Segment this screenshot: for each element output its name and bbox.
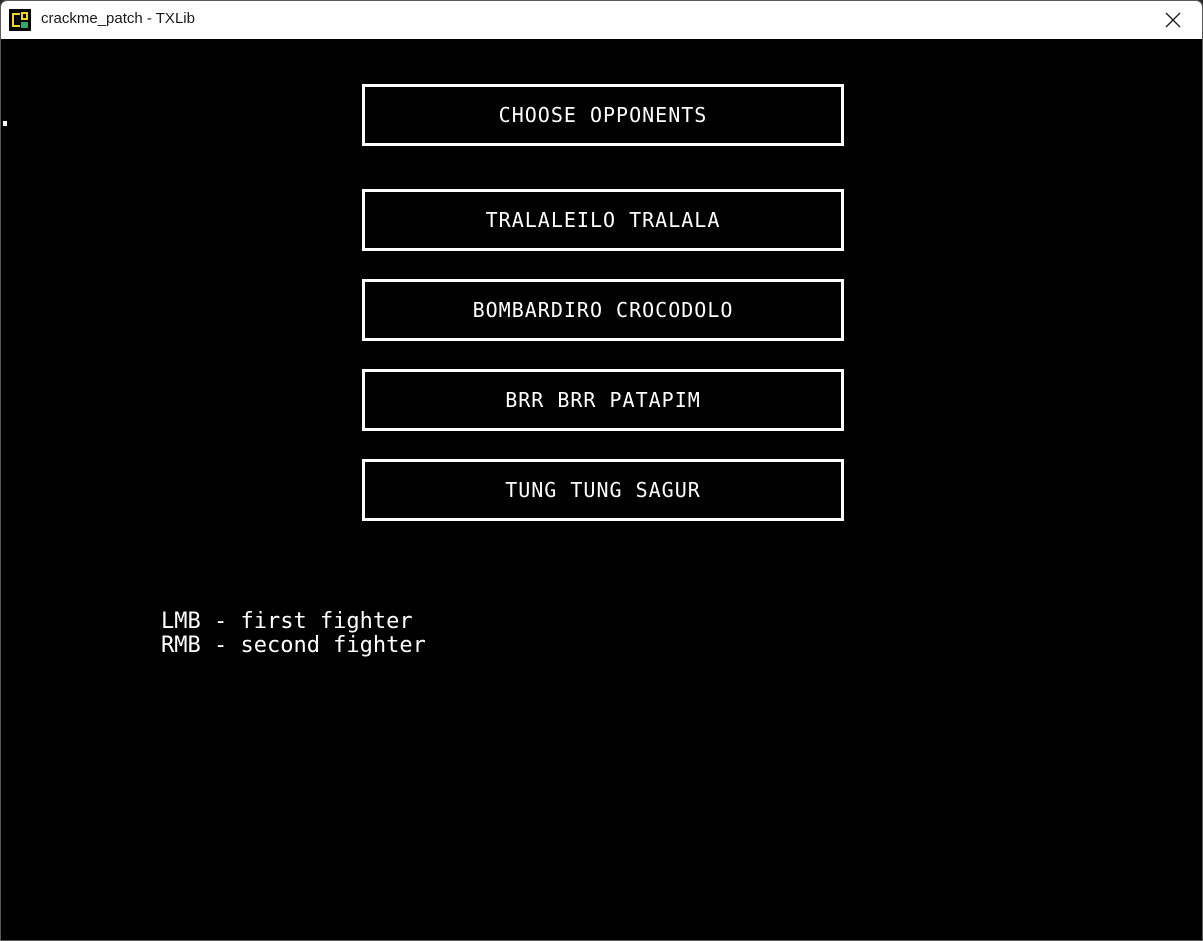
txlib-app-icon <box>9 9 31 31</box>
close-icon <box>1165 12 1181 28</box>
fighter-button-bombardiro[interactable]: BOMBARDIRO CROCODOLO <box>362 279 844 341</box>
hint-lmb: LMB - first fighter <box>161 609 413 634</box>
game-canvas[interactable]: CHOOSE OPPONENTS TRALALEILO TRALALA BOMB… <box>1 39 1202 940</box>
title-bar[interactable]: crackme_patch - TXLib <box>1 1 1202 39</box>
edge-pixel-mark <box>3 121 7 126</box>
fighter-button-brr-patapim[interactable]: BRR BRR PATAPIM <box>362 369 844 431</box>
window-title: crackme_patch - TXLib <box>41 10 195 27</box>
app-window: crackme_patch - TXLib CHOOSE OPPONENTS T… <box>0 0 1203 941</box>
hint-rmb: RMB - second fighter <box>161 633 426 658</box>
choose-opponents-header: CHOOSE OPPONENTS <box>362 84 844 146</box>
fighter-button-tralaleilo[interactable]: TRALALEILO TRALALA <box>362 189 844 251</box>
close-button[interactable] <box>1144 1 1202 39</box>
fighter-button-tung-sagur[interactable]: TUNG TUNG SAGUR <box>362 459 844 521</box>
